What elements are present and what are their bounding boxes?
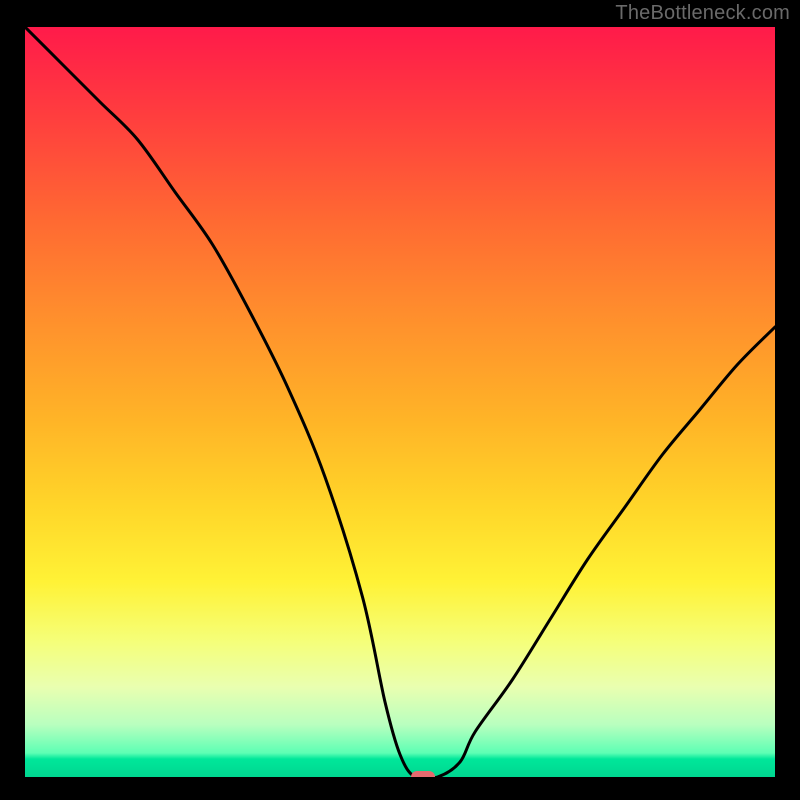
min-marker [411,771,435,777]
watermark-text: TheBottleneck.com [615,2,790,25]
stage: TheBottleneck.com [0,0,800,800]
bottleneck-curve [25,27,775,777]
chart-plot-area [25,27,775,777]
